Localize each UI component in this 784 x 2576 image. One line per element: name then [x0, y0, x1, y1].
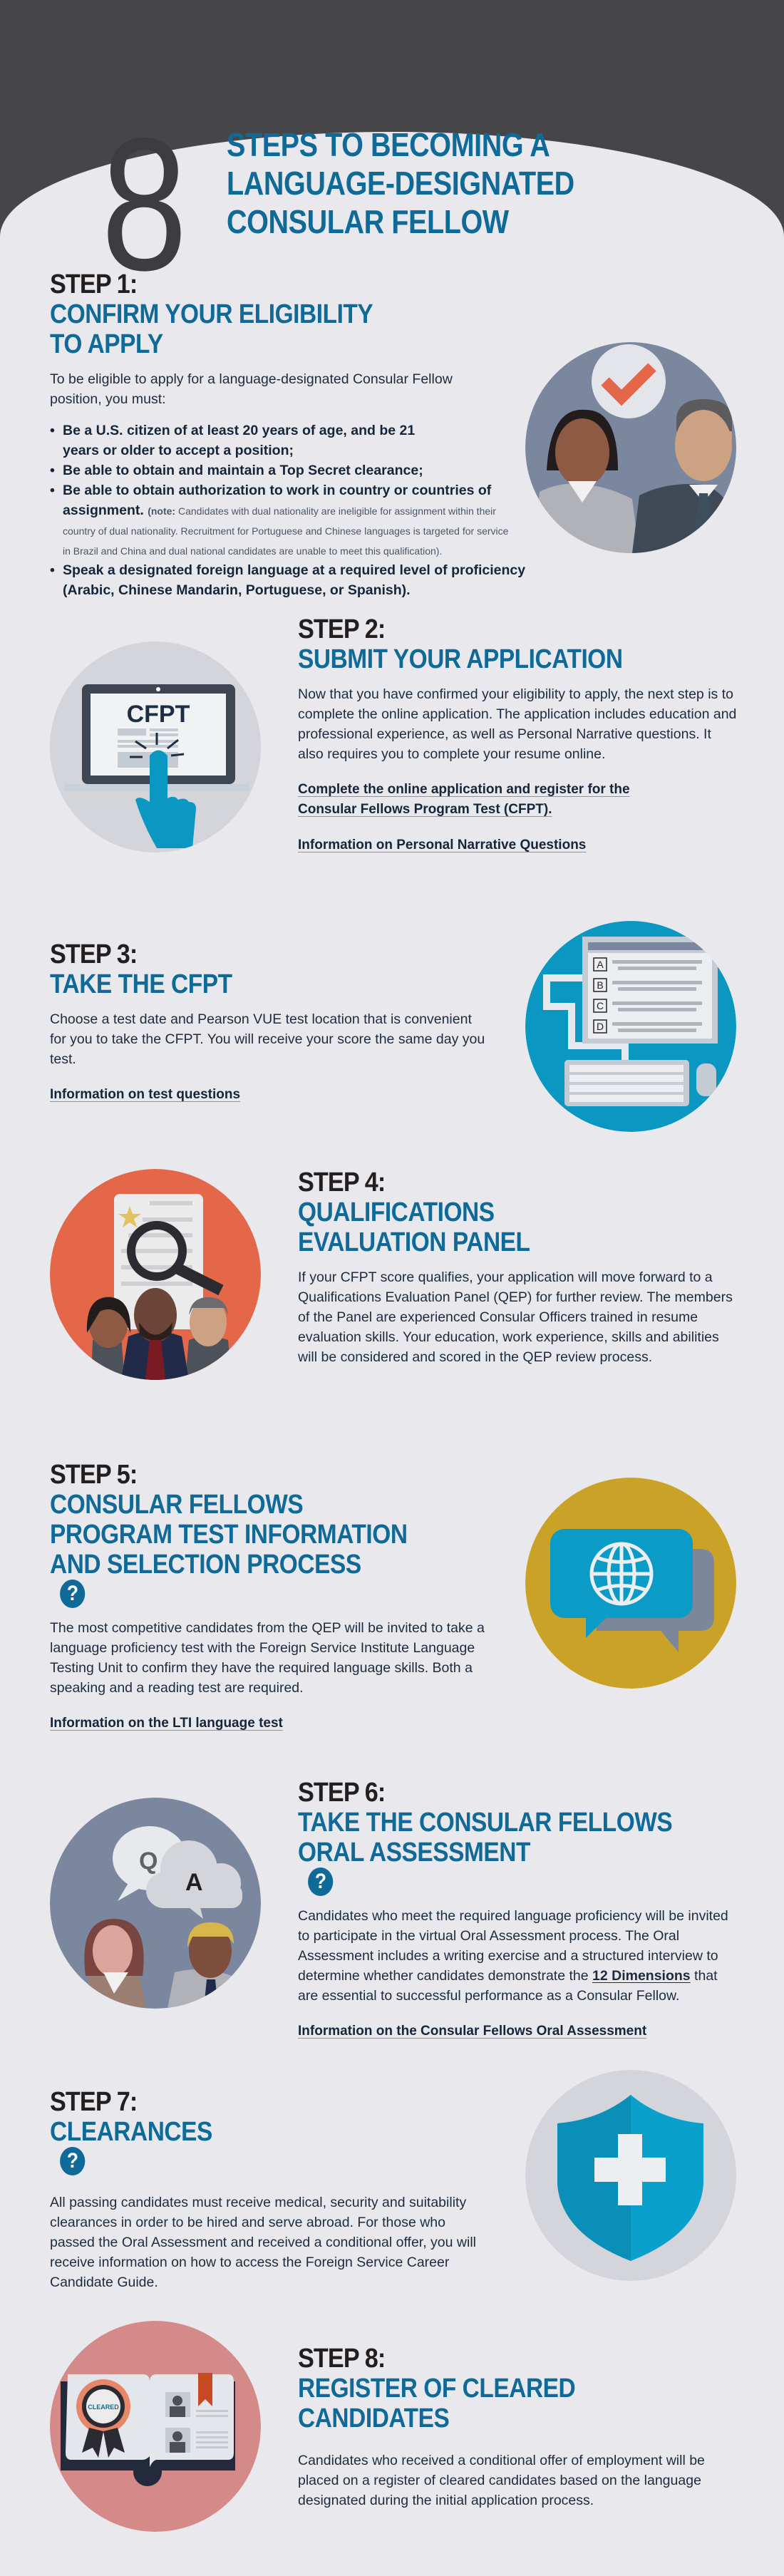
step-6: STEP 6: TAKE THE CONSULAR FELLOWS ORAL A…: [298, 1778, 740, 2041]
step-body: All passing candidates must receive medi…: [50, 2195, 476, 2290]
laptop-click-icon: CFPT: [50, 642, 261, 852]
step-title: CLEARANCES?: [50, 2117, 439, 2175]
requirement-item: Be able to obtain and maintain a Top Sec…: [50, 460, 549, 480]
personal-narrative-link[interactable]: Information on Personal Narrative Questi…: [298, 835, 586, 855]
step-label: STEP 4:: [298, 1168, 386, 1197]
svg-text:CFPT: CFPT: [127, 701, 190, 728]
hero: 8 STEPS TO BECOMING A LANGUAGE-DESIGNATE…: [0, 0, 784, 299]
step-title: QUALIFICATIONS EVALUATION PANEL: [298, 1197, 530, 1257]
step-label: STEP 5:: [50, 1460, 138, 1490]
step-title: TAKE THE CFPT: [50, 969, 232, 999]
computer-test-icon: A B C D: [525, 921, 736, 1132]
test-questions-link[interactable]: Information on test questions: [50, 1085, 240, 1105]
page-title: STEPS TO BECOMING A LANGUAGE-DESIGNATED …: [227, 126, 574, 240]
step-label: STEP 7:: [50, 2087, 138, 2117]
step-label: STEP 3:: [50, 939, 138, 969]
step-label: STEP 2:: [298, 614, 386, 644]
step-body: If your CFPT score qualifies, your appli…: [298, 1269, 733, 1365]
medical-shield-icon: [525, 2070, 736, 2281]
step-title: CONFIRM YOUR ELIGIBILITY TO APPLY: [50, 299, 373, 359]
step-label: STEP 1:: [50, 269, 138, 299]
help-icon[interactable]: ?: [60, 2147, 86, 2175]
svg-text:A: A: [597, 959, 604, 970]
step-intro: To be eligible to apply for a language-d…: [50, 371, 453, 407]
requirements-list: Be a U.S. citizen of at least 20 years o…: [50, 421, 549, 600]
step-body: Choose a test date and Pearson VUE test …: [50, 1011, 485, 1067]
step-body: Candidates who received a conditional of…: [298, 2453, 705, 2508]
oral-assessment-link[interactable]: Information on the Consular Fellows Oral…: [298, 2021, 646, 2041]
step-body: Candidates who meet the required languag…: [298, 1908, 728, 2004]
step-title: CONSULAR FELLOWS PROGRAM TEST INFORMATIO…: [50, 1490, 502, 1608]
people-checkmark-icon: [525, 342, 736, 553]
step-body: Now that you have confirmed your eligibi…: [298, 686, 737, 762]
svg-text:Q: Q: [139, 1848, 158, 1875]
step-body: The most competitive candidates from the…: [50, 1620, 485, 1696]
step-8: STEP 8: REGISTER OF CLEARED CANDIDATES C…: [298, 2344, 740, 2510]
svg-text:A: A: [185, 1869, 203, 1896]
step-5: STEP 5: CONSULAR FELLOWS PROGRAM TEST IN…: [50, 1460, 506, 1733]
qa-interview-icon: Q A: [50, 1798, 261, 2009]
step-7: STEP 7: CLEARANCES? All passing candidat…: [50, 2087, 492, 2292]
help-icon[interactable]: ?: [60, 1580, 86, 1608]
online-application-link[interactable]: Complete the online application and regi…: [298, 780, 683, 820]
step-label: STEP 6:: [298, 1778, 386, 1808]
step-1: STEP 1: CONFIRM YOUR ELIGIBILITY TO APPL…: [50, 269, 549, 600]
globe-speech-icon: [525, 1478, 736, 1689]
requirement-item: Be able to obtain authorization to work …: [50, 480, 519, 560]
step-title: REGISTER OF CLEARED CANDIDATES: [298, 2374, 576, 2433]
step-3: STEP 3: TAKE THE CFPT Choose a test date…: [50, 939, 492, 1105]
panel-review-icon: [50, 1169, 261, 1380]
svg-text:CLEARED: CLEARED: [88, 2404, 119, 2411]
svg-text:C: C: [597, 1000, 604, 1011]
svg-text:D: D: [597, 1021, 604, 1032]
step-4: STEP 4: QUALIFICATIONS EVALUATION PANEL …: [298, 1168, 740, 1367]
help-icon[interactable]: ?: [308, 1867, 334, 1896]
requirement-item: Be a U.S. citizen of at least 20 years o…: [50, 421, 448, 460]
step-2: STEP 2: SUBMIT YOUR APPLICATION Now that…: [298, 614, 740, 855]
lti-language-test-link[interactable]: Information on the LTI language test: [50, 1714, 283, 1733]
requirement-item: Speak a designated foreign language at a…: [50, 560, 549, 600]
step-title: TAKE THE CONSULAR FELLOWS ORAL ASSESSMEN…: [298, 1808, 737, 1896]
svg-text:B: B: [597, 979, 603, 991]
step-title: SUBMIT YOUR APPLICATION: [298, 644, 623, 674]
step-label: STEP 8:: [298, 2344, 386, 2374]
cleared-register-icon: CLEARED: [50, 2321, 261, 2532]
12-dimensions-link[interactable]: 12 Dimensions: [592, 1968, 691, 1984]
